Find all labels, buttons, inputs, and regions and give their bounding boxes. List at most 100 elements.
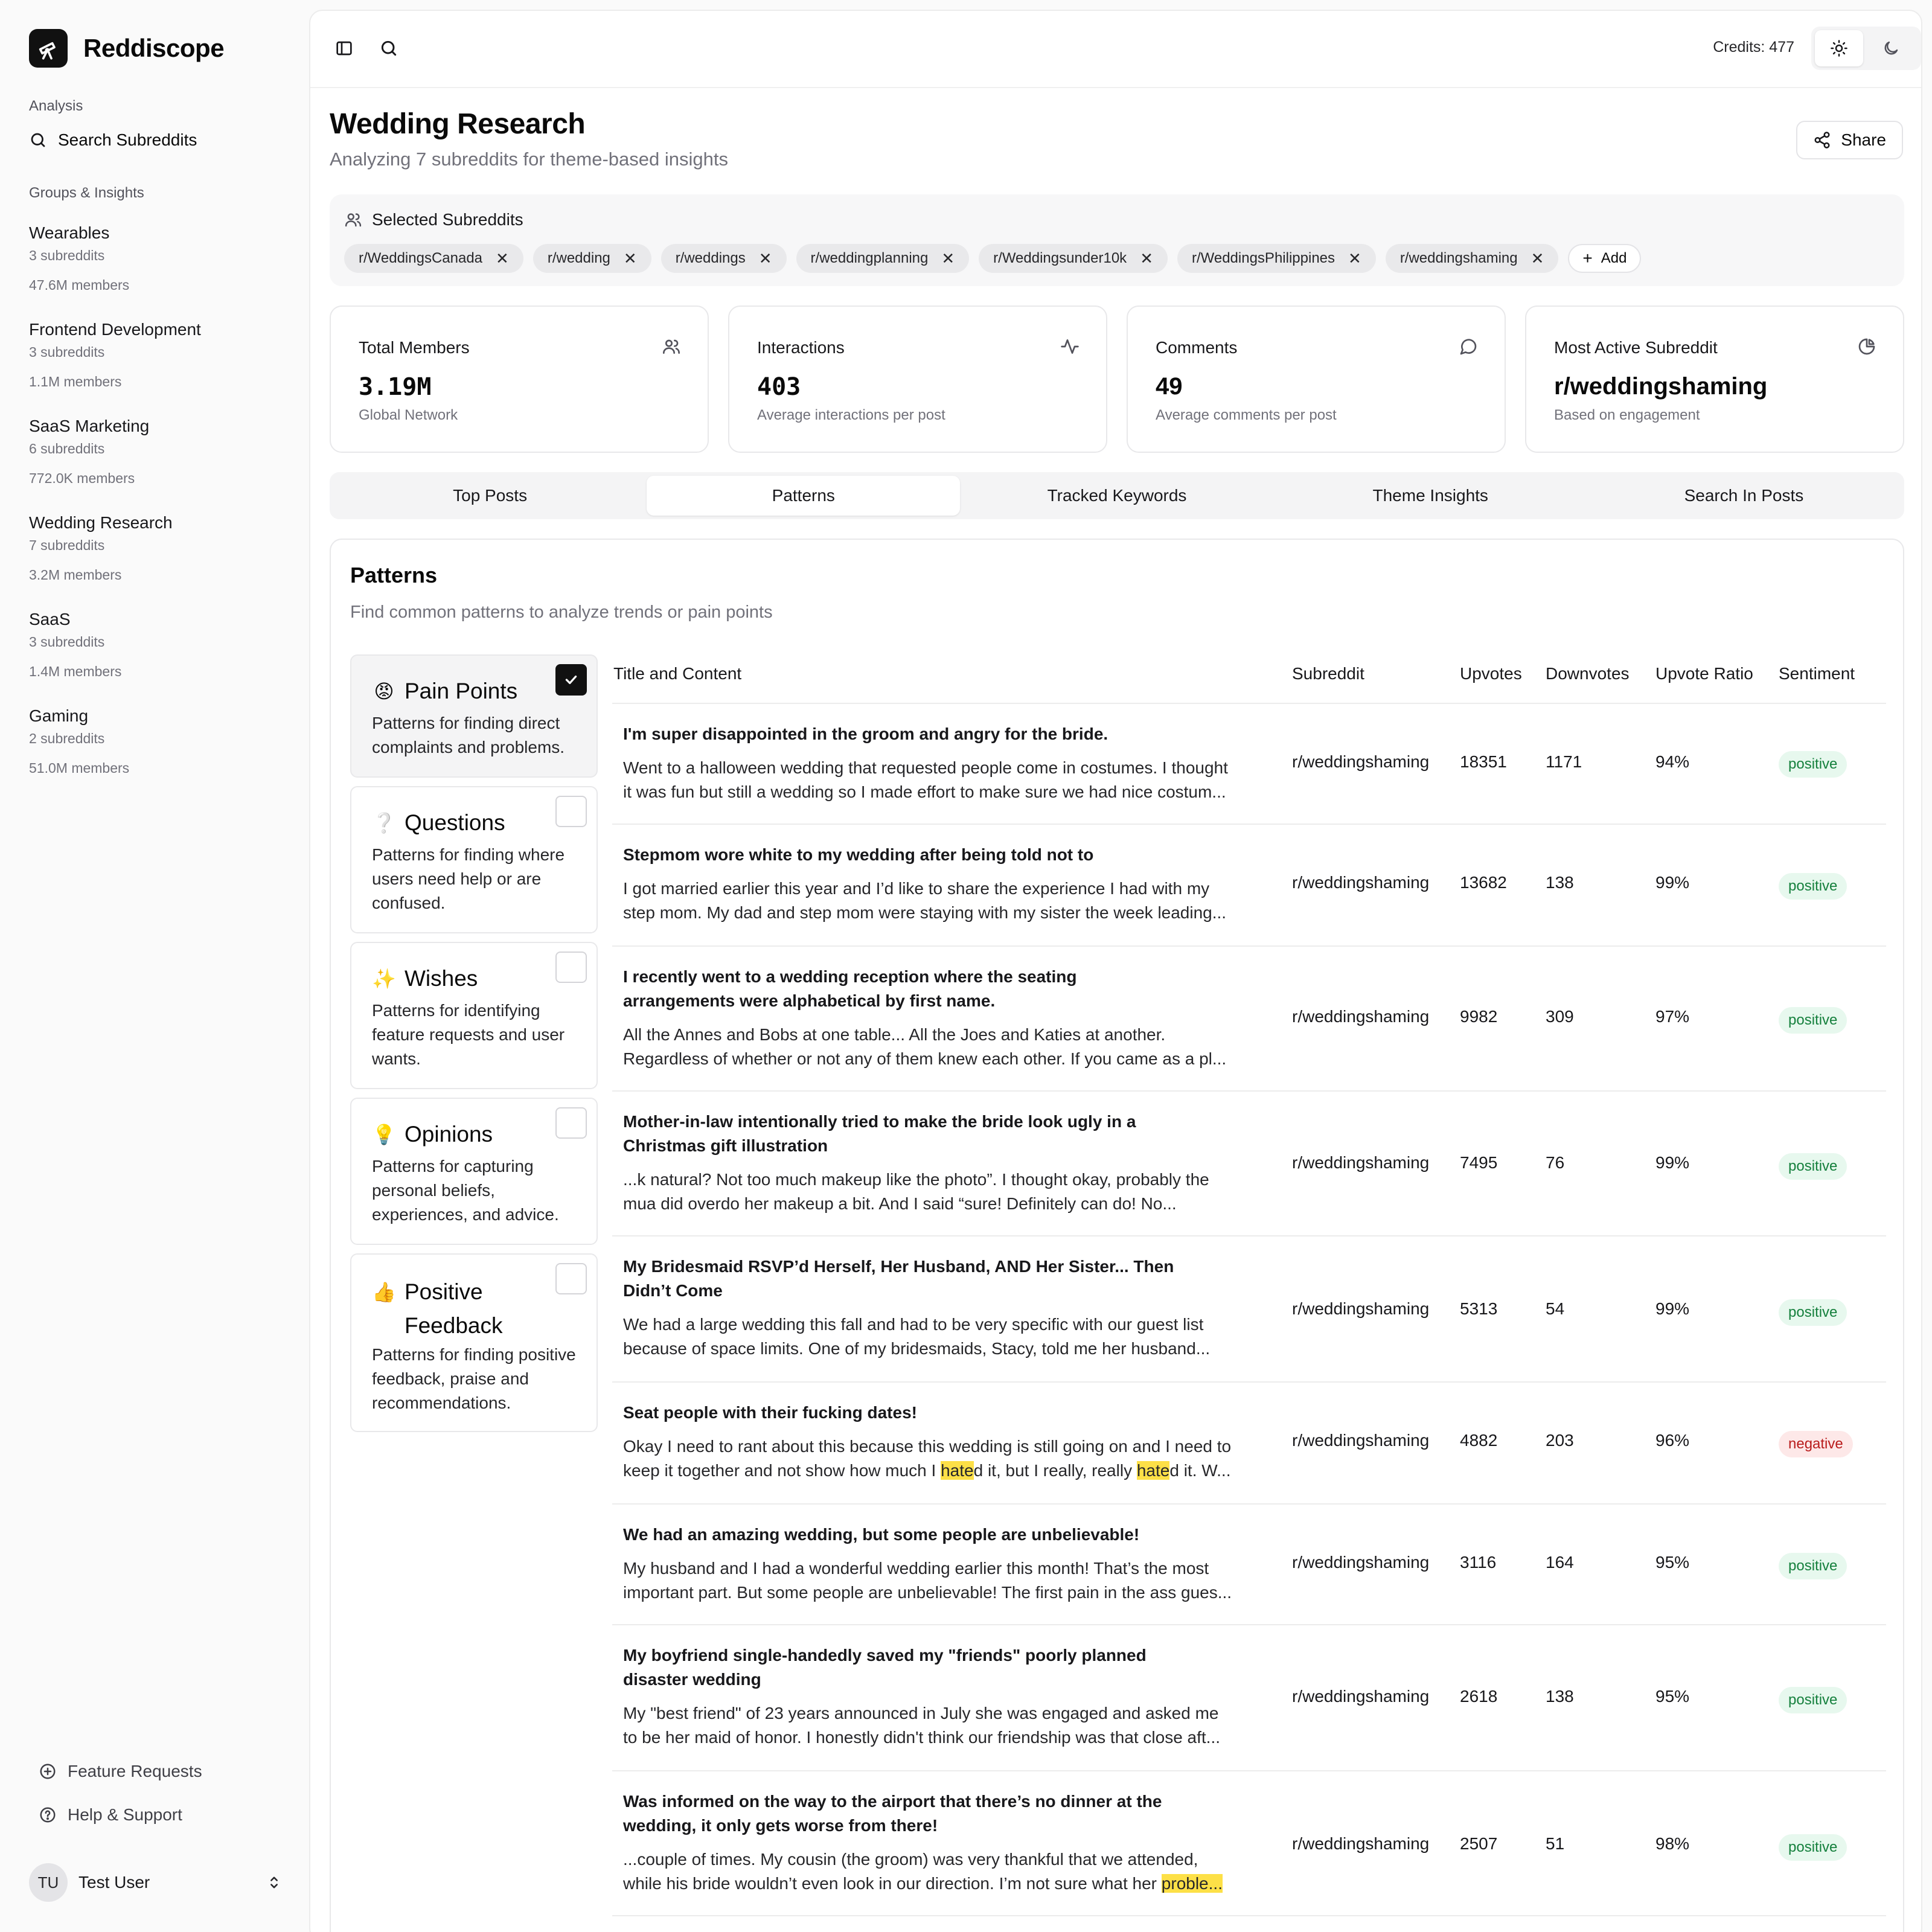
group-name: SaaS bbox=[29, 610, 71, 629]
share-button[interactable]: Share bbox=[1796, 121, 1903, 159]
post-body-line: All the Annes and Bobs at one table... A… bbox=[623, 1025, 1166, 1044]
post-title: Stepmom wore white to my wedding after b… bbox=[623, 845, 1094, 864]
stat-value: 49 bbox=[1156, 373, 1183, 400]
main-panel: Credits: 477 Wedding Research Analyzing … bbox=[309, 10, 1922, 1932]
post-upvotes: 9982 bbox=[1460, 1007, 1498, 1026]
search-subreddits-link[interactable]: Search Subreddits bbox=[29, 130, 197, 150]
app-name: Reddiscope bbox=[83, 34, 225, 62]
remove-chip-icon[interactable]: ✕ bbox=[759, 249, 772, 268]
group-item-saas[interactable]: SaaS 3 subreddits 1.4M members bbox=[29, 610, 121, 680]
table-row[interactable]: Mother-in-law intentionally tried to mak… bbox=[612, 1092, 1886, 1236]
pattern-card-opinions[interactable]: 💡 Opinions Patterns for capturing person… bbox=[350, 1098, 598, 1245]
group-name: SaaS Marketing bbox=[29, 417, 150, 435]
user-menu[interactable]: TU Test User bbox=[29, 1863, 283, 1902]
help-support-link[interactable]: Help & Support bbox=[39, 1805, 182, 1825]
post-title-line: wedding, it only gets worse from there! bbox=[623, 1816, 938, 1835]
add-subreddit-button[interactable]: + Add bbox=[1568, 244, 1642, 273]
table-row[interactable]: Stepmom wore white to my wedding after b… bbox=[612, 825, 1886, 947]
stat-label: Interactions bbox=[757, 338, 845, 357]
group-name: Wedding Research bbox=[29, 513, 173, 532]
group-item-gaming[interactable]: Gaming 2 subreddits 51.0M members bbox=[29, 706, 129, 776]
post-title: I'm super disappointed in the groom and … bbox=[623, 724, 1108, 743]
remove-chip-icon[interactable]: ✕ bbox=[1140, 249, 1153, 268]
toggle-sidebar-button[interactable] bbox=[327, 31, 361, 65]
message-circle-icon bbox=[1460, 339, 1477, 355]
pattern-checkbox[interactable] bbox=[555, 796, 587, 827]
brand[interactable]: Reddiscope bbox=[29, 29, 225, 68]
column-header-sentiment[interactable]: Sentiment bbox=[1779, 664, 1855, 683]
column-header-upvotes[interactable]: Upvotes bbox=[1460, 664, 1522, 683]
group-member-count: 51.0M members bbox=[29, 760, 130, 776]
column-header-subreddit[interactable]: Subreddit bbox=[1292, 664, 1364, 683]
tab-search-in-posts[interactable]: Search In Posts bbox=[1587, 476, 1901, 516]
column-header-title[interactable]: Title and Content bbox=[613, 664, 741, 683]
group-item-wearables[interactable]: Wearables 3 subreddits 47.6M members bbox=[29, 223, 129, 293]
pattern-checkbox[interactable] bbox=[555, 1107, 587, 1139]
post-subreddit: r/weddingshaming bbox=[1292, 1687, 1430, 1706]
table-row[interactable]: I recently went to a wedding reception w… bbox=[612, 947, 1886, 1092]
post-downvotes: 54 bbox=[1546, 1299, 1565, 1318]
remove-chip-icon[interactable]: ✕ bbox=[941, 249, 955, 268]
group-item-frontend-development[interactable]: Frontend Development 3 subreddits 1.1M m… bbox=[29, 320, 201, 390]
table-row[interactable]: My Bridesmaid RSVP’d Herself, Her Husban… bbox=[612, 1236, 1886, 1383]
chip-label: r/Weddingsunder10k bbox=[993, 250, 1127, 266]
group-item-wedding-research[interactable]: Wedding Research 7 subreddits 3.2M membe… bbox=[29, 513, 173, 583]
post-title-line: My boyfriend single-handedly saved my "f… bbox=[623, 1646, 1147, 1665]
pattern-checkbox[interactable] bbox=[555, 952, 587, 983]
table-row[interactable]: We had an amazing wedding, but some peop… bbox=[612, 1505, 1886, 1625]
pattern-card-questions[interactable]: ❔ Questions Patterns for finding where u… bbox=[350, 786, 598, 933]
pattern-header: 😡 Pain Points bbox=[372, 679, 517, 704]
table-row[interactable]: Was informed on the way to the airport t… bbox=[612, 1771, 1886, 1916]
tab-patterns[interactable]: Patterns bbox=[647, 476, 961, 516]
chip-label: r/WeddingsPhilippines bbox=[1191, 250, 1335, 266]
post-upvotes: 7495 bbox=[1460, 1153, 1498, 1172]
help-support-label: Help & Support bbox=[68, 1805, 182, 1824]
search-icon bbox=[381, 40, 397, 56]
feature-requests-link[interactable]: Feature Requests bbox=[39, 1762, 202, 1781]
sidebar-toggle-icon bbox=[336, 41, 352, 56]
remove-chip-icon[interactable]: ✕ bbox=[1348, 249, 1361, 268]
body-text: d it, but I really, really bbox=[973, 1461, 1137, 1480]
post-upvote-ratio: 95% bbox=[1655, 1553, 1690, 1572]
patterns-subtitle: Find common patterns to analyze trends o… bbox=[350, 603, 773, 622]
group-member-count: 772.0K members bbox=[29, 470, 135, 486]
tab-theme-insights[interactable]: Theme Insights bbox=[1274, 476, 1587, 516]
pattern-checkbox[interactable] bbox=[555, 664, 587, 696]
remove-chip-icon[interactable]: ✕ bbox=[624, 249, 637, 268]
subreddit-chip: r/weddingplanning ✕ bbox=[796, 244, 970, 273]
light-theme-button[interactable] bbox=[1815, 30, 1863, 66]
group-item-saas-marketing[interactable]: SaaS Marketing 6 subreddits 772.0K membe… bbox=[29, 417, 149, 487]
post-title: We had an amazing wedding, but some peop… bbox=[623, 1525, 1140, 1544]
pattern-card-positive-feedback[interactable]: 👍 Positive Feedback Patterns for finding… bbox=[350, 1253, 598, 1432]
pattern-header: 💡 Opinions bbox=[372, 1122, 493, 1147]
column-header-upvote-ratio[interactable]: Upvote Ratio bbox=[1655, 664, 1753, 683]
pattern-card-wishes[interactable]: ✨ Wishes Patterns for identifying featur… bbox=[350, 942, 598, 1089]
dark-theme-button[interactable] bbox=[1867, 30, 1915, 66]
pattern-checkbox[interactable] bbox=[555, 1263, 587, 1294]
chip-label: r/weddingplanning bbox=[810, 250, 929, 266]
stat-value: r/weddingshaming bbox=[1554, 373, 1768, 400]
plus-icon: + bbox=[1582, 249, 1593, 267]
theme-toggle bbox=[1811, 27, 1921, 70]
post-downvotes: 309 bbox=[1546, 1007, 1574, 1026]
keyword-highlight: hate bbox=[941, 1461, 974, 1480]
table-row[interactable]: I'm super disappointed in the groom and … bbox=[612, 704, 1886, 825]
patterns-title: Patterns bbox=[350, 563, 438, 587]
post-title-line: My Bridesmaid RSVP’d Herself, Her Husban… bbox=[623, 1257, 1174, 1276]
topbar-search-button[interactable] bbox=[372, 31, 406, 65]
post-downvotes: 1171 bbox=[1546, 752, 1582, 771]
pattern-card-pain-points[interactable]: 😡 Pain Points Patterns for finding direc… bbox=[350, 654, 598, 778]
column-header-downvotes[interactable]: Downvotes bbox=[1546, 664, 1630, 683]
subreddit-chip: r/WeddingsPhilippines ✕ bbox=[1177, 244, 1376, 273]
keyword-highlight: hate bbox=[1136, 1461, 1170, 1480]
stat-label: Total Members bbox=[359, 338, 470, 357]
table-row[interactable]: Seat people with their fucking dates! Ok… bbox=[612, 1383, 1886, 1505]
remove-chip-icon[interactable]: ✕ bbox=[496, 249, 509, 268]
table-row[interactable]: My boyfriend single-handedly saved my "f… bbox=[612, 1625, 1886, 1771]
tab-tracked-keywords[interactable]: Tracked Keywords bbox=[960, 476, 1273, 516]
tab-top-posts[interactable]: Top Posts bbox=[333, 476, 647, 516]
share-icon bbox=[1814, 132, 1830, 149]
analysis-section-label: Analysis bbox=[29, 98, 83, 114]
sidebar: Reddiscope Analysis Search Subreddits Gr… bbox=[0, 0, 308, 1932]
remove-chip-icon[interactable]: ✕ bbox=[1531, 249, 1544, 268]
